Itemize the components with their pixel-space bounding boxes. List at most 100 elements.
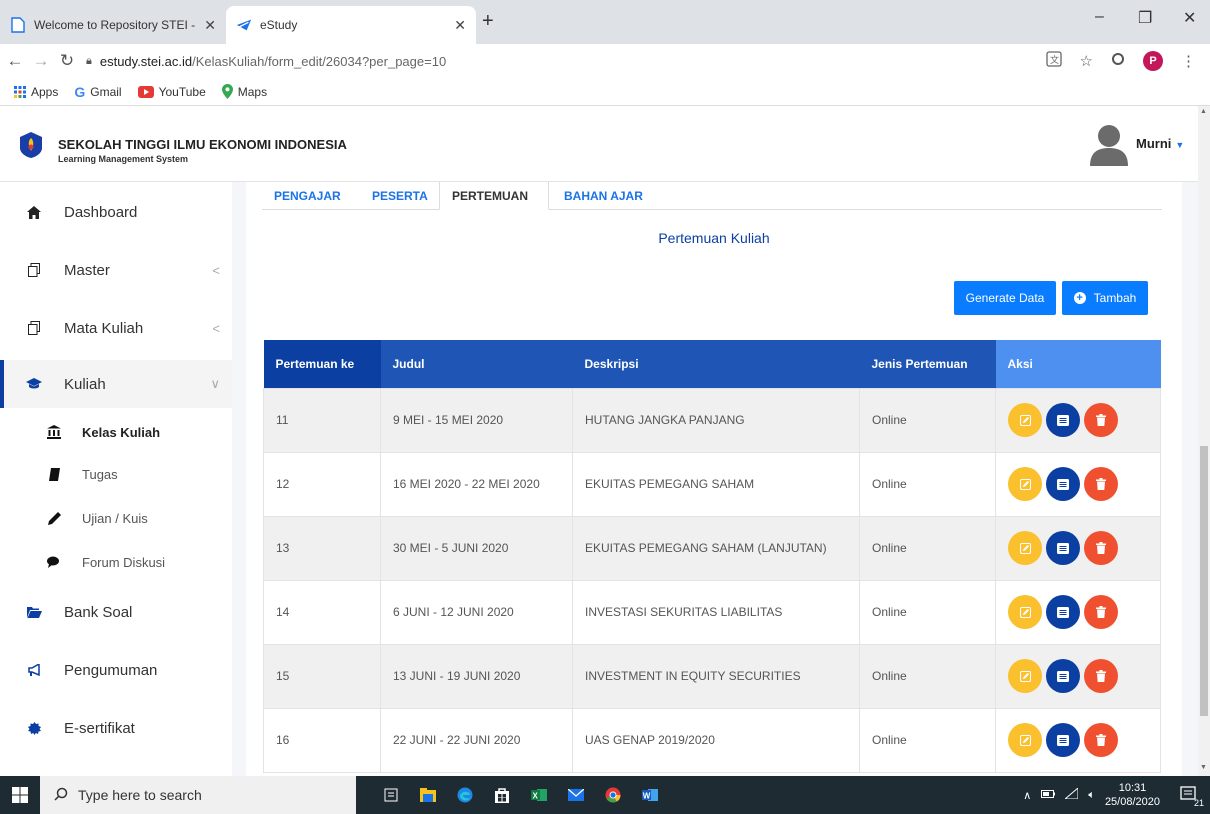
detail-button[interactable] bbox=[1046, 467, 1080, 501]
browser-tab-estudy[interactable]: eStudy ✕ bbox=[226, 6, 476, 44]
minimize-icon[interactable]: – bbox=[1095, 8, 1104, 26]
add-button[interactable]: + Tambah bbox=[1062, 281, 1148, 315]
bookmark-gmail[interactable]: G Gmail bbox=[74, 84, 121, 100]
column-header-pertemuan-ke: Pertemuan ke bbox=[263, 340, 381, 388]
taskbar-search[interactable]: Type here to search bbox=[40, 776, 356, 814]
page-scrollbar[interactable]: ▲ ▼ bbox=[1198, 106, 1210, 776]
detail-tabs: PENGAJAR PESERTA PERTEMUAN BAHAN AJAR bbox=[262, 182, 1162, 210]
edit-button[interactable] bbox=[1008, 723, 1042, 757]
trash-icon bbox=[1096, 414, 1106, 426]
translate-icon[interactable]: 文 bbox=[1045, 51, 1062, 71]
sidebar-item-master[interactable]: Master < bbox=[0, 252, 232, 288]
scroll-up-arrow-icon[interactable]: ▲ bbox=[1200, 108, 1207, 115]
column-header-jenis-pertemuan: Jenis Pertemuan bbox=[859, 340, 996, 388]
sidebar-subitem-ujian-kuis[interactable]: Ujian / Kuis bbox=[0, 506, 232, 530]
volume-icon[interactable]: 🔈︎ bbox=[1088, 789, 1095, 802]
delete-button[interactable] bbox=[1084, 659, 1118, 693]
sidebar-item-bank-soal[interactable]: Bank Soal bbox=[0, 594, 232, 630]
sidebar-item-label: Master bbox=[64, 261, 110, 279]
detail-button[interactable] bbox=[1046, 723, 1080, 757]
restore-icon[interactable]: ❐ bbox=[1138, 8, 1152, 28]
cell-judul: 6 JUNI - 12 JUNI 2020 bbox=[380, 579, 573, 645]
delete-button[interactable] bbox=[1084, 723, 1118, 757]
cell-aksi bbox=[995, 643, 1161, 709]
user-name: Murni bbox=[1136, 136, 1172, 151]
sidebar-subitem-forum-diskusi[interactable]: Forum Diskusi bbox=[0, 550, 232, 574]
delete-button[interactable] bbox=[1084, 403, 1118, 437]
delete-button[interactable] bbox=[1084, 467, 1118, 501]
table-row: 15 13 JUNI - 19 JUNI 2020 INVESTMENT IN EQ… bbox=[263, 643, 1161, 709]
battery-icon[interactable] bbox=[1041, 789, 1056, 801]
edit-button[interactable] bbox=[1008, 403, 1042, 437]
cell-deskripsi: INVESTMENT IN EQUITY SECURITIES bbox=[572, 643, 860, 709]
bookmark-youtube[interactable]: YouTube bbox=[137, 85, 206, 99]
generate-data-button[interactable]: Generate Data bbox=[954, 281, 1056, 315]
notification-center-icon[interactable]: 21 bbox=[1180, 786, 1204, 808]
task-view-icon[interactable] bbox=[383, 787, 399, 803]
list-icon bbox=[1057, 734, 1069, 746]
copy-icon bbox=[24, 263, 44, 277]
menu-dots-icon[interactable]: ⋮ bbox=[1181, 52, 1196, 70]
search-placeholder: Type here to search bbox=[78, 787, 202, 803]
cell-jenis: Online bbox=[859, 643, 996, 709]
clock[interactable]: 10:31 25/08/2020 bbox=[1105, 781, 1160, 809]
edit-button[interactable] bbox=[1008, 531, 1042, 565]
edit-button[interactable] bbox=[1008, 595, 1042, 629]
windows-start-icon[interactable] bbox=[0, 787, 40, 803]
user-menu[interactable]: Murni ▼ bbox=[1136, 136, 1184, 151]
mail-icon[interactable] bbox=[568, 787, 584, 803]
tab-peserta[interactable]: PESERTA bbox=[360, 182, 440, 210]
address-bar[interactable]: 🔒︎ estudy.stei.ac.id /KelasKuliah/form_e… bbox=[86, 54, 1046, 69]
edit-button[interactable] bbox=[1008, 659, 1042, 693]
bookmark-maps[interactable]: Maps bbox=[221, 84, 267, 99]
sidebar-item-pengumuman[interactable]: Pengumuman bbox=[0, 652, 232, 688]
cell-aksi bbox=[995, 707, 1161, 773]
cell-no: 15 bbox=[263, 643, 381, 709]
forward-icon[interactable]: → bbox=[30, 51, 52, 71]
scroll-down-arrow-icon[interactable]: ▼ bbox=[1200, 764, 1207, 771]
sidebar-item-mata-kuliah[interactable]: Mata Kuliah < bbox=[0, 310, 232, 346]
profile-avatar[interactable]: P bbox=[1143, 51, 1163, 71]
word-icon[interactable]: W bbox=[642, 787, 658, 803]
detail-button[interactable] bbox=[1046, 659, 1080, 693]
detail-button[interactable] bbox=[1046, 403, 1080, 437]
file-explorer-icon[interactable] bbox=[420, 787, 436, 803]
sidebar-item-dashboard[interactable]: Dashboard bbox=[0, 194, 232, 230]
tab-bahan-ajar[interactable]: BAHAN AJAR bbox=[552, 182, 655, 210]
chevron-up-icon[interactable]: ∧ bbox=[1023, 789, 1031, 802]
window-close-icon[interactable]: ✕ bbox=[1183, 8, 1196, 28]
edge-browser-icon[interactable] bbox=[457, 787, 473, 803]
scrollbar-thumb[interactable] bbox=[1200, 446, 1208, 716]
detail-button[interactable] bbox=[1046, 595, 1080, 629]
extension-icon[interactable] bbox=[1111, 52, 1125, 70]
sidebar-subitem-kelas-kuliah[interactable]: Kelas Kuliah bbox=[0, 420, 232, 444]
lock-icon: 🔒︎ bbox=[86, 54, 92, 67]
cell-deskripsi: EKUITAS PEMEGANG SAHAM (LANJUTAN) bbox=[572, 515, 860, 581]
chrome-icon[interactable] bbox=[605, 787, 621, 803]
browser-tab-repository[interactable]: Welcome to Repository STEI - Re ✕ bbox=[0, 6, 226, 44]
bookmark-apps[interactable]: Apps bbox=[14, 85, 58, 99]
edit-icon bbox=[1019, 734, 1031, 746]
edit-button[interactable] bbox=[1008, 467, 1042, 501]
back-icon[interactable]: ← bbox=[4, 51, 26, 71]
sidebar-subitem-tugas[interactable]: Tugas bbox=[0, 462, 232, 486]
tab-pengajar[interactable]: PENGAJAR bbox=[262, 182, 353, 210]
excel-icon[interactable]: X bbox=[531, 787, 547, 803]
bullhorn-icon bbox=[24, 664, 44, 676]
reload-icon[interactable]: ↻ bbox=[56, 51, 78, 71]
sidebar-item-kuliah[interactable]: Kuliah ∨ bbox=[0, 360, 232, 408]
close-tab-icon[interactable]: ✕ bbox=[204, 17, 216, 34]
sidebar-item-e-sertifikat[interactable]: E-sertifikat bbox=[0, 710, 232, 746]
new-tab-icon[interactable]: + bbox=[482, 10, 494, 33]
delete-button[interactable] bbox=[1084, 531, 1118, 565]
close-tab-icon[interactable]: ✕ bbox=[454, 17, 466, 34]
detail-button[interactable] bbox=[1046, 531, 1080, 565]
delete-button[interactable] bbox=[1084, 595, 1118, 629]
bookmark-star-icon[interactable]: ☆ bbox=[1080, 52, 1093, 70]
edit-icon bbox=[1019, 606, 1031, 618]
tab-pertemuan[interactable]: PERTEMUAN bbox=[439, 182, 549, 210]
browser-tab-bar: Welcome to Repository STEI - Re ✕ eStudy… bbox=[0, 0, 1210, 44]
store-icon[interactable] bbox=[494, 787, 510, 803]
network-icon[interactable] bbox=[1063, 786, 1079, 802]
user-avatar-icon[interactable] bbox=[1090, 124, 1128, 166]
